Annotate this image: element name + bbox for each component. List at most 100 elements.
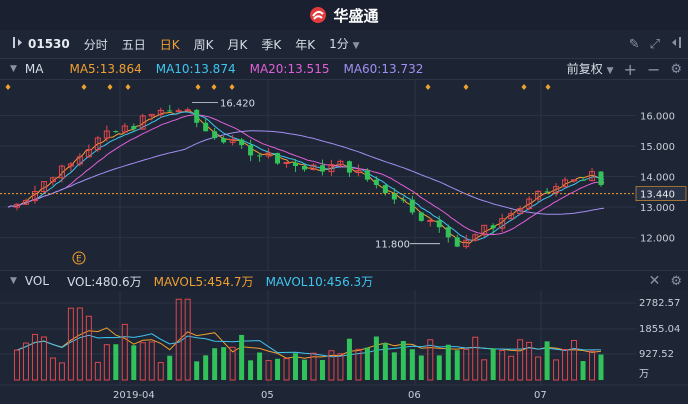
candle-body [445, 227, 451, 238]
volume-bar [337, 353, 344, 381]
volume-bar [499, 350, 506, 381]
collapse-vol-icon[interactable]: ▼ [10, 275, 17, 288]
volume-bar [400, 340, 406, 380]
candle-body [175, 110, 182, 113]
event-diamond [521, 84, 527, 90]
volume-bar [418, 355, 424, 380]
date-tick-apr: 2019-04 [113, 390, 155, 401]
volume-bar [13, 349, 20, 381]
sidebar-toggle-icon[interactable] [12, 36, 24, 52]
candle-body [427, 219, 434, 222]
add-icon[interactable]: + [624, 61, 637, 77]
title-bar: 华盛通 [0, 0, 688, 30]
minimize-icon[interactable]: − [647, 61, 660, 77]
vol-tick-2: 1855.04 [639, 324, 680, 335]
volume-bar [85, 315, 92, 381]
date-tick-may: 05 [261, 390, 274, 401]
panel-toggle-icon[interactable] [670, 36, 682, 52]
volume-bar [589, 350, 596, 381]
candle-body [239, 139, 245, 146]
tab-quarterly-k[interactable]: 季K [254, 36, 288, 53]
event-diamond [229, 84, 235, 90]
volume-bar [113, 344, 119, 380]
candle-body [346, 161, 352, 173]
candle-body [382, 185, 388, 194]
ma60-value: MA60:13.732 [343, 62, 424, 76]
volume-bar [139, 342, 146, 381]
close-icon[interactable]: ✕ [649, 274, 661, 288]
volume-bar [319, 359, 325, 380]
current-price-tag: 13.440 [635, 186, 687, 201]
event-diamond [195, 84, 201, 90]
gear-icon[interactable]: ⚙ [670, 275, 682, 288]
tab-yearly-k[interactable]: 年K [288, 36, 322, 53]
event-diamond [81, 84, 87, 90]
candle-body [571, 179, 578, 182]
volume-bar [212, 348, 218, 380]
volume-bar [391, 352, 397, 380]
event-marker-text: E [76, 255, 82, 265]
volume-chart[interactable]: 2782.57 1855.04 927.52 万 2019-04 05 06 0… [0, 290, 688, 404]
volume-bar [103, 344, 110, 381]
candlestick-chart[interactable]: 16.000 15.000 14.000 13.000 12.000 13.440 16… [0, 80, 688, 270]
candle-body [436, 220, 442, 228]
pencil-icon[interactable]: ✎ [629, 38, 640, 51]
volume-bar [508, 355, 515, 381]
volume-bar [40, 336, 47, 381]
volume-bar [67, 307, 74, 381]
candle-body [418, 212, 424, 221]
candle-body [248, 145, 254, 156]
ma-label[interactable]: MA [25, 62, 44, 76]
volume-bar [598, 354, 604, 380]
candle-body [194, 109, 200, 123]
gear-icon[interactable]: ⚙ [670, 63, 682, 76]
candle-body [212, 131, 218, 139]
event-marker[interactable]: E [72, 251, 86, 265]
volume-bar [22, 342, 29, 381]
volume-bar [472, 336, 479, 381]
volume-bar [76, 307, 83, 381]
date-tick-jun: 06 [408, 390, 421, 401]
candle-body [283, 162, 290, 165]
volume-bar [49, 357, 56, 381]
tab-intraday[interactable]: 分时 [77, 36, 115, 53]
adjust-label: 前复权 [566, 62, 603, 76]
volume-bar [157, 362, 164, 381]
minute-period-select[interactable]: 1分 ▼ [322, 35, 366, 53]
expand-icon[interactable]: ⤢ [650, 38, 660, 51]
candle-body [319, 165, 325, 172]
ma10-value: MA10:13.874 [155, 62, 236, 76]
candle-body [203, 122, 209, 132]
volume-bar [121, 323, 128, 381]
adjust-select[interactable]: 前复权 ▼ [567, 60, 614, 78]
volume-bar [454, 350, 460, 380]
collapse-ma-icon[interactable]: ▼ [10, 63, 17, 76]
mavol10-value: MAVOL10:456.3万 [265, 274, 374, 289]
candle-body [544, 191, 550, 193]
candle-body [275, 153, 281, 164]
candle-body [580, 179, 586, 181]
brand: 华盛通 [309, 5, 379, 26]
candle-body [167, 110, 173, 112]
tab-weekly-k[interactable]: 周K [187, 36, 221, 53]
volume-bar [148, 341, 155, 381]
stock-code[interactable]: 01530 [24, 37, 77, 51]
minute-period-label: 1分 [329, 37, 349, 51]
chevron-down-icon: ▼ [606, 66, 614, 76]
chevron-down-icon: ▼ [352, 41, 360, 51]
tab-daily-k[interactable]: 日K [153, 36, 187, 53]
event-diamond [463, 84, 469, 90]
volume-bar [203, 355, 209, 380]
volume-bar [175, 298, 182, 381]
volume-bar [364, 347, 370, 380]
candle-body [373, 179, 379, 186]
candle-body [409, 199, 415, 213]
volume-bar [535, 356, 542, 381]
candle-body [302, 166, 308, 170]
candle-body [490, 225, 496, 229]
volume-bar [58, 362, 65, 381]
tab-monthly-k[interactable]: 月K [221, 36, 255, 53]
tab-five-day[interactable]: 五日 [115, 36, 153, 53]
vol-label[interactable]: VOL [25, 274, 49, 288]
price-tick: 15.000 [640, 142, 675, 153]
